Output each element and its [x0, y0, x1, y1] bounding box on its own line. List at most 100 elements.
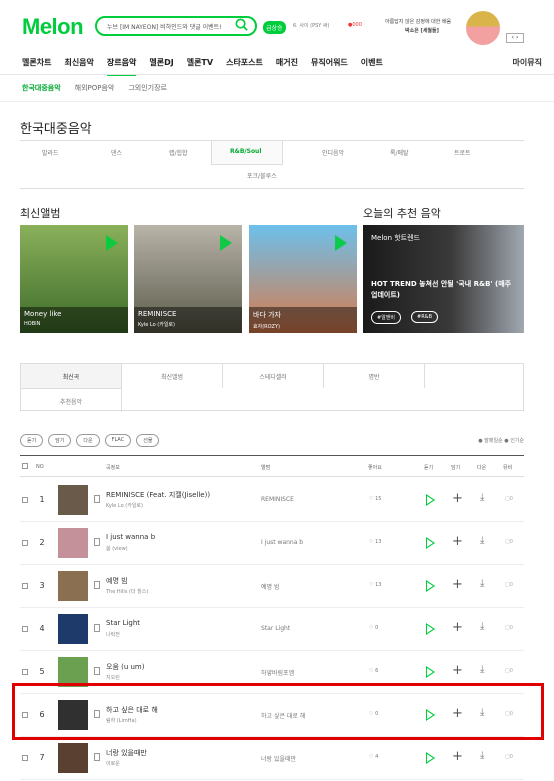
table-row[interactable]: 7 너랑 있을때만 이로운 너랑 있을때만 ♡ 4 + ⤓ □0 — [20, 737, 524, 780]
song-album[interactable]: 예명 빔 — [261, 582, 279, 591]
like-button[interactable]: ♡ 0 — [369, 625, 378, 631]
add-icon[interactable]: + — [452, 535, 463, 548]
song-title[interactable]: REMINISCE (Feat. 지젤(Jiselle)) — [106, 490, 210, 500]
like-button[interactable]: ♡ 15 — [369, 496, 381, 502]
search-input[interactable]: 누브 [IM NAYEON] 비하인드와 댓글 이벤트! — [95, 16, 257, 36]
tab-new-albums[interactable]: 최신앨범 — [122, 364, 223, 388]
song-artist[interactable]: The Hills (더 힐스) — [106, 588, 148, 595]
flac-button[interactable]: FLAC — [104, 434, 132, 447]
table-row[interactable]: 1 REMINISCE (Feat. 지젤(Jiselle)) Kyle Lo (카… — [20, 479, 524, 522]
trending-item-2[interactable]: ●000 — [348, 22, 362, 28]
album-title[interactable]: 바다 가자 — [253, 310, 353, 320]
mv-button[interactable]: □0 — [505, 625, 513, 631]
add-icon[interactable]: + — [452, 578, 463, 591]
song-artist[interactable]: 이로운 — [106, 760, 120, 767]
song-info-icon[interactable] — [94, 581, 100, 589]
add-button[interactable]: 담기 — [48, 434, 72, 447]
listen-button[interactable]: 듣기 — [20, 434, 44, 447]
album-thumbnail[interactable] — [58, 743, 88, 773]
table-row[interactable]: 2 I just wanna b 봄 (view) I just wanna b ♡ 1… — [20, 522, 524, 565]
row-checkbox[interactable] — [22, 540, 28, 546]
song-album[interactable]: REMINISCE — [261, 496, 294, 503]
song-album[interactable]: I just wanna b — [261, 539, 303, 546]
album-card[interactable]: Money like HOBIN — [20, 225, 128, 333]
add-icon[interactable]: + — [452, 664, 463, 677]
album-title[interactable]: Money like — [24, 310, 124, 318]
album-artist[interactable]: Kyle Lo (카일로) — [138, 321, 238, 328]
row-checkbox[interactable] — [22, 669, 28, 675]
album-thumbnail[interactable] — [58, 614, 88, 644]
trending-item[interactable]: 6. 사이 (PSY 싸) — [293, 22, 329, 29]
like-button[interactable]: ♡ 6 — [369, 668, 378, 674]
play-icon[interactable] — [426, 537, 435, 549]
play-icon[interactable] — [106, 235, 118, 251]
recommend-card[interactable]: Melon 핫트렌드 HOT TREND 놓쳐선 안될 '국내 R&B' (매주… — [363, 225, 524, 333]
album-artist[interactable]: 효자(ROZY) — [253, 323, 353, 330]
mv-button[interactable]: □0 — [505, 754, 513, 760]
song-title[interactable]: 예명 빔 — [106, 576, 128, 586]
play-icon[interactable] — [426, 494, 435, 506]
song-artist[interactable]: Kyle Lo (카일로) — [106, 502, 143, 509]
subnav-kpop[interactable]: 한국대중음악 — [22, 83, 61, 93]
album-artist[interactable]: HOBIN — [24, 321, 124, 327]
song-album[interactable]: 너랑 있을때만 — [261, 754, 296, 763]
recommend-text[interactable]: HOT TREND 놓쳐선 안될 '국내 R&B' (매주 업데이트) — [371, 279, 519, 301]
row-checkbox[interactable] — [22, 583, 28, 589]
banner-line1[interactable]: 아름답지 않은 감정에 대한 배움 — [385, 18, 451, 25]
mv-button[interactable]: □0 — [505, 668, 513, 674]
melon-logo[interactable]: Melon — [22, 14, 84, 40]
song-title[interactable]: 오움 (u um) — [106, 662, 144, 672]
song-artist[interactable]: 지오린 — [106, 674, 120, 681]
play-icon[interactable] — [426, 752, 435, 764]
download-icon[interactable]: ⤓ — [480, 664, 484, 675]
tag-button[interactable]: #R&B — [411, 311, 438, 323]
song-info-icon[interactable] — [94, 624, 100, 632]
my-music-link[interactable]: 마이뮤직 — [513, 57, 542, 68]
song-artist[interactable]: 나락전 — [106, 631, 120, 638]
genre-rnb[interactable]: R&B/Soul — [230, 148, 261, 155]
song-info-icon[interactable] — [94, 667, 100, 675]
album-thumbnail[interactable] — [58, 528, 88, 558]
row-checkbox[interactable] — [22, 626, 28, 632]
tab-recommend[interactable]: 추천음악 — [21, 388, 122, 412]
play-icon[interactable] — [426, 580, 435, 592]
album-thumbnail[interactable] — [58, 485, 88, 515]
genre-dance[interactable]: 댄스 — [111, 148, 122, 157]
download-icon[interactable]: ⤓ — [480, 492, 484, 503]
genre-hiphop[interactable]: 랩/힙합 — [169, 148, 188, 157]
mv-button[interactable]: □0 — [505, 496, 513, 502]
song-album[interactable]: Star Light — [261, 625, 290, 632]
song-artist[interactable]: 봄 (view) — [106, 545, 128, 552]
mv-button[interactable]: □0 — [505, 539, 513, 545]
recommend-source[interactable]: Melon 핫트렌드 — [371, 233, 420, 243]
play-icon[interactable] — [220, 235, 232, 251]
genre-indie[interactable]: 인디음악 — [322, 148, 344, 157]
sort-options[interactable]: ● 발매일순 ● 인기순 — [478, 437, 524, 444]
select-all-checkbox[interactable] — [22, 463, 28, 469]
gift-button[interactable]: 선물 — [136, 434, 160, 447]
subnav-pop[interactable]: 해외POP음악 — [75, 83, 115, 93]
like-button[interactable]: ♡ 13 — [369, 582, 381, 588]
song-title[interactable]: Star Light — [106, 619, 140, 627]
banner-arrows[interactable]: ‹ › — [506, 33, 524, 43]
tab-new-songs[interactable]: 최신곡 — [21, 364, 122, 388]
play-icon[interactable] — [335, 235, 347, 251]
download-icon[interactable]: ⤓ — [480, 578, 484, 589]
play-icon[interactable] — [426, 623, 435, 635]
song-album[interactable]: 하얗바림포엠 — [261, 668, 294, 677]
add-icon[interactable]: + — [452, 750, 463, 763]
like-button[interactable]: ♡ 4 — [369, 754, 378, 760]
artist-avatar[interactable] — [466, 11, 500, 45]
banner-line2[interactable]: 박소은 [세월들] — [405, 27, 439, 34]
song-title[interactable]: I just wanna b — [106, 533, 155, 541]
download-icon[interactable]: ⤓ — [480, 750, 484, 761]
add-icon[interactable]: + — [452, 492, 463, 505]
song-info-icon[interactable] — [94, 538, 100, 546]
subnav-other[interactable]: 그외인기장르 — [128, 83, 167, 93]
genre-ballad[interactable]: 발라드 — [42, 148, 59, 157]
mv-button[interactable]: □0 — [505, 582, 513, 588]
genre-trot[interactable]: 트로트 — [454, 148, 471, 157]
search-icon[interactable] — [234, 17, 249, 32]
download-button[interactable]: 다운 — [76, 434, 100, 447]
table-row[interactable]: 3 예명 빔 The Hills (더 힐스) 예명 빔 ♡ 13 + ⤓ □0 — [20, 565, 524, 608]
